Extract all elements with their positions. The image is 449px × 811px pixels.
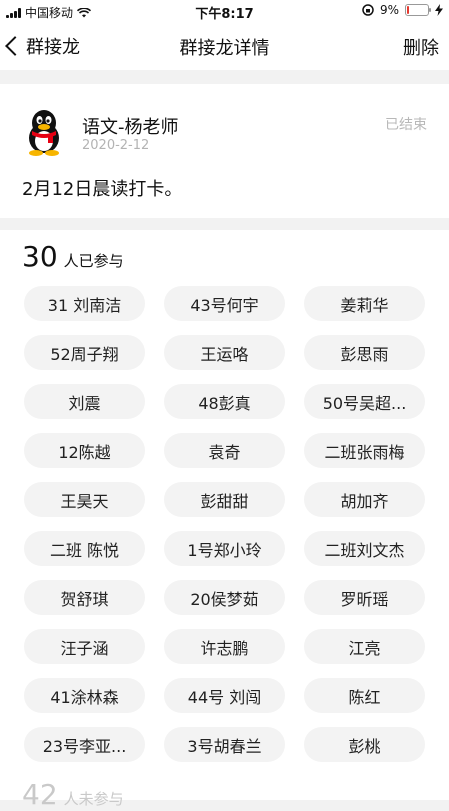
participant-chip[interactable]: 王昊天 xyxy=(24,482,145,517)
participant-grid: 31 刘南洁 43号何宇 姜莉华 52周子翔 王运咯 彭思雨刘震 48彭真 50号吴超... 1… xyxy=(24,286,425,762)
participant-chip[interactable]: 3号胡春兰 xyxy=(164,727,285,762)
page-title: 群接龙详情 xyxy=(179,38,270,59)
participant-chip[interactable]: 二班 陈悦 xyxy=(24,531,145,566)
participant-chip[interactable]: 刘震 xyxy=(24,384,145,419)
post-content: 2月12日晨读打卡。 xyxy=(22,179,183,200)
status-right: 9% xyxy=(362,3,443,17)
participant-chip[interactable]: 贺舒琪 xyxy=(24,580,145,615)
nav-bar: 群接龙 群接龙详情 删除 xyxy=(0,22,449,70)
post-date: 2020-2-12 xyxy=(82,138,150,153)
participant-chip[interactable]: 汪子涵 xyxy=(24,629,145,664)
participants-header: 30 人已参与 xyxy=(22,240,124,273)
participant-chip[interactable]: 许志鹏 xyxy=(164,629,285,664)
participant-count-label: 人已参与 xyxy=(63,252,124,270)
avatar[interactable] xyxy=(24,108,64,156)
participants-section: 30 人已参与 31 刘南洁 43号何宇 姜莉华 52周子翔 王运咯 彭思雨刘震 48彭真 5… xyxy=(0,230,449,811)
delete-button[interactable]: 删除 xyxy=(403,34,439,60)
participant-chip[interactable]: 20侯梦茹 xyxy=(164,580,285,615)
battery-percent: 9% xyxy=(379,3,399,17)
orientation-lock-icon xyxy=(362,4,374,16)
participant-count: 30 xyxy=(22,240,58,273)
participant-chip[interactable]: 彭桃 xyxy=(304,727,425,762)
participant-chip[interactable]: 彭思雨 xyxy=(304,335,425,370)
participant-chip[interactable]: 胡加齐 xyxy=(304,482,425,517)
participant-chip[interactable]: 12陈越 xyxy=(24,433,145,468)
participant-chip[interactable]: 王运咯 xyxy=(164,335,285,370)
poster-name: 语文-杨老师 xyxy=(82,117,179,138)
participant-chip[interactable]: 袁奇 xyxy=(164,433,285,468)
non-participant-label: 人未参与 xyxy=(63,790,124,808)
participant-chip[interactable]: 1号郑小玲 xyxy=(164,531,285,566)
participant-chip[interactable]: 姜莉华 xyxy=(304,286,425,321)
participant-chip[interactable]: 48彭真 xyxy=(164,384,285,419)
status-badge: 已结束 xyxy=(385,117,427,133)
participant-chip[interactable]: 二班张雨梅 xyxy=(304,433,425,468)
charging-icon xyxy=(435,4,443,16)
participant-chip[interactable]: 41涂林森 xyxy=(24,678,145,713)
status-bar: 中国移动 下午8:17 9% xyxy=(0,0,449,22)
participant-chip[interactable]: 23号李亚... xyxy=(24,727,145,762)
participant-chip[interactable]: 31 刘南洁 xyxy=(24,286,145,321)
participant-chip[interactable]: 陈红 xyxy=(304,678,425,713)
non-participants-header: 42 人未参与 xyxy=(22,778,124,811)
post-card: 语文-杨老师 2020-2-12 已结束 2月12日晨读打卡。 xyxy=(0,84,449,218)
participant-chip[interactable]: 罗昕瑶 xyxy=(304,580,425,615)
participant-chip[interactable]: 44号 刘闯 xyxy=(164,678,285,713)
battery-icon xyxy=(405,4,431,16)
participant-chip[interactable]: 52周子翔 xyxy=(24,335,145,370)
participant-chip[interactable]: 50号吴超... xyxy=(304,384,425,419)
non-participant-count: 42 xyxy=(22,778,58,811)
participant-chip[interactable]: 二班刘文杰 xyxy=(304,531,425,566)
participant-chip[interactable]: 43号何宇 xyxy=(164,286,285,321)
participant-chip[interactable]: 彭甜甜 xyxy=(164,482,285,517)
participant-chip[interactable]: 江亮 xyxy=(304,629,425,664)
